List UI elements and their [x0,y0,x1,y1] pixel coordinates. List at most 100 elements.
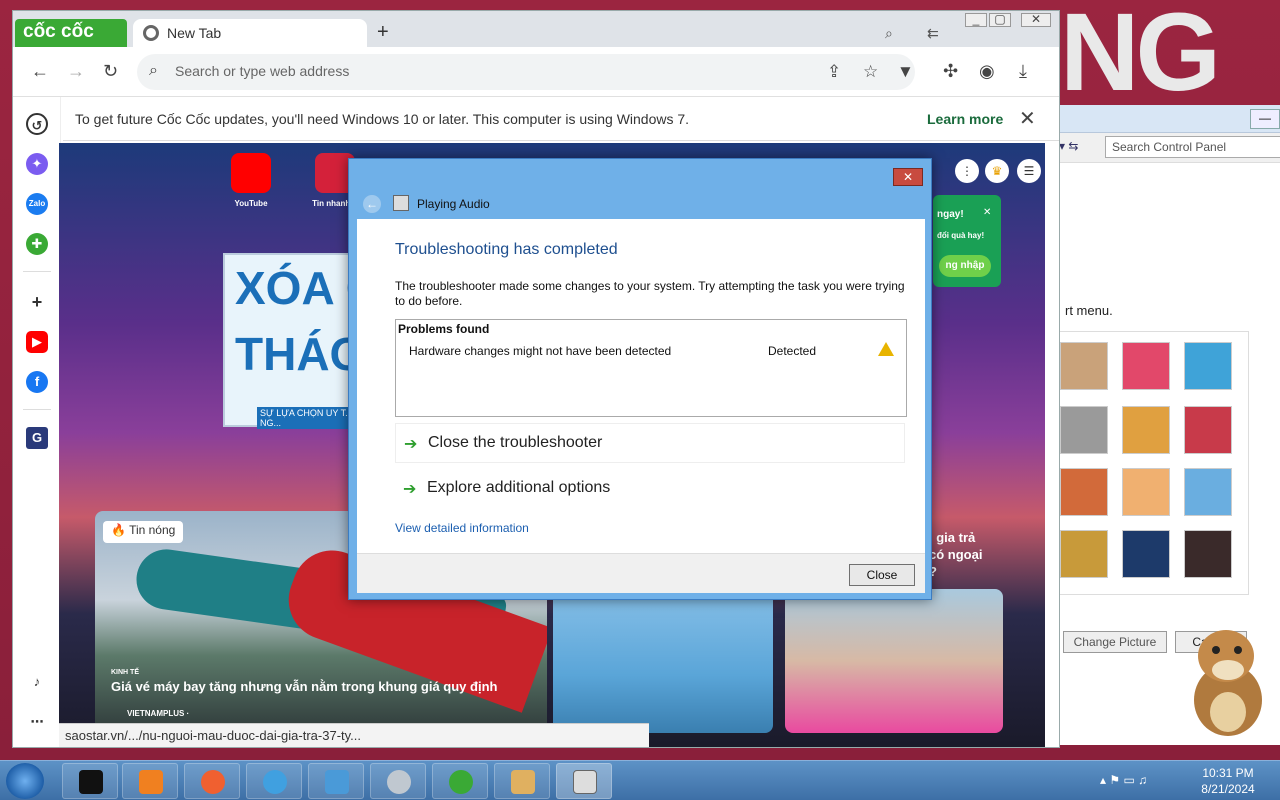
news-title: Giá vé máy bay tăng nhưng vẫn nằm trong … [111,679,498,694]
taskbar-app-terminal[interactable] [62,763,118,799]
nav-arrows-icon[interactable]: ▾ ⇆ [1059,139,1078,153]
control-panel-navbar: ▾ ⇆ Search Control Panel [1041,133,1280,163]
taskbar-app-paint[interactable] [494,763,550,799]
address-input[interactable]: ⌕ Search or type web address ⇪ ☆ ▼ [137,54,915,90]
tray-icons[interactable]: ▴ ⚑ ▭ ♫ [1100,773,1147,787]
promo-close-icon[interactable]: ✕ [983,207,991,218]
taskbar-app-troubleshooter[interactable] [556,763,612,799]
coccoc-logo[interactable]: cốc cốc [15,19,127,47]
bookmark-star-icon[interactable]: ☆ [863,62,878,82]
picture-thumb[interactable] [1184,468,1232,516]
picture-thumb[interactable] [1184,406,1232,454]
search-tabs-icon[interactable]: ⌕ [885,25,893,42]
youtube-icon[interactable]: ▶ [26,331,48,353]
promo-login-button[interactable]: ng nhập [939,255,991,277]
picture-grid [1055,331,1249,595]
picture-thumb[interactable] [1122,406,1170,454]
minimize-button[interactable]: — [1250,109,1280,129]
picture-thumb[interactable] [1060,530,1108,578]
start-button[interactable] [6,763,44,799]
firefox-icon [201,770,225,794]
history-icon[interactable]: ↺ [26,113,48,135]
promo-text: ngay! [937,209,964,220]
new-tab-button[interactable]: + [377,21,389,44]
extensions-icon[interactable]: ✣ [943,61,958,82]
picture-thumb[interactable] [1184,342,1232,390]
forward-icon[interactable]: → [67,61,85,82]
audio-device-icon [393,195,409,211]
problem-status: Detected [768,344,817,358]
back-icon[interactable]: ← [31,61,49,82]
minimize-button[interactable]: _ [965,13,987,27]
download-page-icon[interactable]: ▼ [897,62,914,82]
taskbar-app-browser[interactable] [246,763,302,799]
close-window-button[interactable]: ✕ [1021,13,1051,27]
zalo-icon[interactable]: Zalo [26,193,48,215]
news-category: KINH TẾ [111,669,139,676]
sidebar-separator [23,409,51,410]
taskbar-app-settings[interactable] [370,763,426,799]
app-icon[interactable]: G [26,427,48,449]
shortcut-youtube[interactable]: YouTube [211,153,291,208]
infobar-message: To get future Cốc Cốc updates, you'll ne… [75,111,690,127]
problem-item: Hardware changes might not have been det… [409,344,672,358]
explore-options-option[interactable]: ➔ Explore additional options [395,469,905,509]
search-control-panel-input[interactable]: Search Control Panel [1105,136,1280,158]
picture-thumb[interactable] [1060,342,1108,390]
messenger-icon[interactable]: ✦ [26,153,48,175]
tab-favicon-icon [143,25,159,41]
news-card-football[interactable] [553,589,773,733]
tab-new-tab[interactable]: New Tab [133,19,367,47]
desktop-wallpaper-text: NG [1060,0,1221,105]
share-icon[interactable]: ⇪ [827,62,841,82]
media-player-icon [139,770,163,794]
close-dialog-button[interactable]: ✕ [893,168,923,186]
apps-grid-icon[interactable]: ⋮ [955,159,979,183]
picture-thumb[interactable] [1060,406,1108,454]
customize-icon[interactable]: ☰ [1017,159,1041,183]
game-icon[interactable]: ✚ [26,233,48,255]
close-button[interactable]: Close [849,564,915,586]
profile-icon[interactable]: ◉ [979,61,995,82]
facebook-icon[interactable]: f [26,371,48,393]
back-arrow-icon[interactable]: ← [363,195,381,213]
close-troubleshooter-option[interactable]: ➔ Close the troubleshooter [395,423,905,463]
coccoc-icon [449,770,473,794]
taskbar: ▴ ⚑ ▭ ♫ 10:31 PM 8/21/2024 [0,760,1280,800]
view-details-link[interactable]: View detailed information [395,521,529,535]
reload-icon[interactable]: ↻ [103,61,118,82]
control-panel-titlebar: — [1041,105,1280,133]
clock[interactable]: 10:31 PM 8/21/2024 [1196,765,1260,797]
dialog-body: Troubleshooting has completed The troubl… [357,219,925,553]
add-icon[interactable]: + [26,291,48,313]
picture-thumb[interactable] [1184,530,1232,578]
sidebar-toggle-icon[interactable]: ⇇ [927,25,939,42]
notifications-icon[interactable]: ♪ [26,671,48,693]
taskbar-app-photos[interactable] [308,763,364,799]
close-infobar-icon[interactable]: ✕ [1019,106,1036,131]
picture-thumb[interactable] [1122,468,1170,516]
troubleshooter-icon [573,770,597,794]
option-label: Explore additional options [427,479,611,496]
restore-button[interactable]: ▢ [989,13,1011,27]
dialog-heading: Troubleshooting has completed [395,241,618,258]
learn-more-link[interactable]: Learn more [927,111,1003,127]
more-icon[interactable]: ⋯ [26,711,48,733]
taskbar-app-firefox[interactable] [184,763,240,799]
promo-card[interactable]: ngay! ✕ đổi quà hay! ng nhập [933,195,1001,287]
news-card-model[interactable] [785,589,1003,733]
picture-thumb[interactable] [1122,530,1170,578]
hot-label: Tin nóng [129,523,176,537]
taskbar-app-media[interactable] [122,763,178,799]
picture-thumb[interactable] [1060,468,1108,516]
picture-thumb[interactable] [1122,342,1170,390]
youtube-icon [231,153,271,193]
dialog-title: Playing Audio [417,197,490,211]
downloads-icon[interactable]: ⤓ [1019,61,1027,82]
green-arrow-icon: ➔ [404,436,418,453]
shortcut-label: YouTube [234,199,268,208]
crown-icon[interactable]: ♛ [985,159,1009,183]
change-picture-button[interactable]: Change Picture [1063,631,1167,653]
taskbar-app-coccoc[interactable] [432,763,488,799]
troubleshooter-dialog: ✕ ← Playing Audio Troubleshooting has co… [348,158,932,600]
